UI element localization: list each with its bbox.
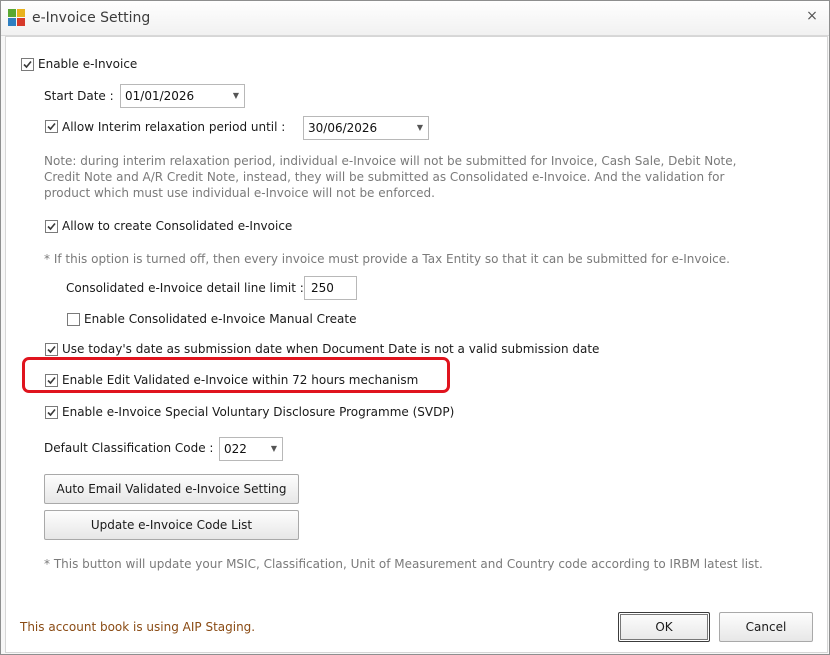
detail-line-limit-label: Consolidated e-Invoice detail line limit… <box>66 281 304 295</box>
classification-code-value: 022 <box>224 442 247 456</box>
chevron-down-icon[interactable]: ▼ <box>233 91 239 100</box>
einvoice-setting-dialog: e-Invoice Setting × Enable e-Invoice Sta… <box>0 0 830 655</box>
svdp-checkbox[interactable] <box>45 406 58 419</box>
enable-einvoice-label: Enable e-Invoice <box>38 57 138 71</box>
interim-note-line-1: Note: during interim relaxation period, … <box>44 154 737 168</box>
detail-line-limit-input[interactable] <box>309 278 359 298</box>
detail-line-limit-field[interactable] <box>304 276 359 300</box>
todays-date-label: Use today's date as submission date when… <box>62 342 600 356</box>
start-date-picker[interactable]: 01/01/2026 ▼ <box>120 84 245 108</box>
checkmark-icon <box>23 60 32 69</box>
manual-create-checkbox[interactable] <box>67 313 80 326</box>
interim-note-line-3: product which must use individual e-Invo… <box>44 186 435 200</box>
consolidated-note: * If this option is turned off, then eve… <box>44 252 730 266</box>
auto-email-setting-button[interactable]: Auto Email Validated e-Invoice Setting <box>44 474 299 504</box>
checkmark-icon <box>47 122 56 131</box>
title-bar: e-Invoice Setting × <box>1 1 829 36</box>
ok-button[interactable]: OK <box>618 612 710 642</box>
window-title: e-Invoice Setting <box>32 10 151 26</box>
svdp-highlight-frame <box>22 357 450 393</box>
interim-date-value: 30/06/2026 <box>308 121 378 135</box>
account-book-status: This account book is using AIP Staging. <box>20 620 256 634</box>
app-icon <box>8 9 25 26</box>
checkmark-icon <box>47 222 56 231</box>
classification-code-label: Default Classification Code : <box>44 441 214 455</box>
checkmark-icon <box>47 345 56 354</box>
interim-date-picker[interactable]: 30/06/2026 ▼ <box>303 116 429 140</box>
enable-einvoice-checkbox[interactable] <box>21 58 34 71</box>
manual-create-label: Enable Consolidated e-Invoice Manual Cre… <box>84 312 357 326</box>
chevron-down-icon[interactable]: ▼ <box>417 123 423 132</box>
chevron-down-icon[interactable]: ▼ <box>271 444 277 453</box>
classification-code-select[interactable]: 022 ▼ <box>219 437 283 461</box>
interim-checkbox[interactable] <box>45 120 58 133</box>
checkmark-icon <box>47 408 56 417</box>
start-date-value: 01/01/2026 <box>125 89 195 103</box>
update-code-list-button[interactable]: Update e-Invoice Code List <box>44 510 299 540</box>
allow-consolidated-label: Allow to create Consolidated e-Invoice <box>62 219 293 233</box>
allow-consolidated-checkbox[interactable] <box>45 220 58 233</box>
interim-note-line-2: Credit Note and A/R Credit Note, instead… <box>44 170 725 184</box>
cancel-button[interactable]: Cancel <box>719 612 813 642</box>
svdp-label: Enable e-Invoice Special Voluntary Discl… <box>62 405 455 419</box>
interim-label: Allow Interim relaxation period until : <box>62 120 286 134</box>
close-icon[interactable]: × <box>805 9 819 23</box>
todays-date-checkbox[interactable] <box>45 343 58 356</box>
update-note: * This button will update your MSIC, Cla… <box>44 557 763 571</box>
start-date-label: Start Date : <box>44 89 114 103</box>
